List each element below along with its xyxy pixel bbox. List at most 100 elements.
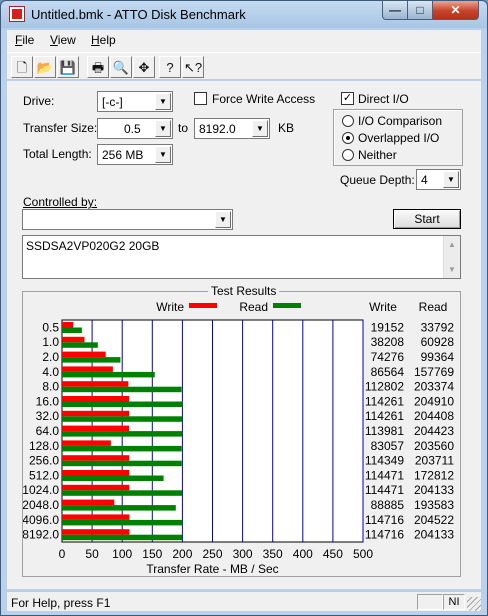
write-value: 114471 <box>365 483 404 497</box>
io-comparison-label: I/O Comparison <box>358 114 443 128</box>
write-bar <box>62 336 85 343</box>
queue-depth-select[interactable]: 4 ▼ <box>416 169 461 190</box>
write-column-header: Write <box>369 300 397 314</box>
read-value: 203374 <box>414 380 454 394</box>
x-tick-label: 150 <box>142 547 162 561</box>
read-value: 204133 <box>414 483 454 497</box>
write-value: 114716 <box>365 528 404 542</box>
write-value: 88885 <box>371 498 405 512</box>
resize-grip[interactable] <box>467 597 481 611</box>
transfer-size-to-select[interactable]: 8192.0 ▼ <box>194 118 270 139</box>
scroll-down-icon[interactable]: ▼ <box>444 261 460 278</box>
write-bar <box>62 396 130 402</box>
total-length-select[interactable]: 256 MB ▼ <box>97 144 173 165</box>
write-value: 19152 <box>371 320 405 334</box>
help-icon[interactable]: ? <box>159 56 181 78</box>
read-value: 172812 <box>414 468 454 482</box>
write-value: 38208 <box>371 335 405 349</box>
chevron-down-icon: ▼ <box>215 211 231 228</box>
write-bar <box>62 529 130 535</box>
open-icon[interactable]: 📂 <box>34 56 56 78</box>
write-value: 86564 <box>371 365 405 379</box>
category-label: 2.0 <box>42 350 59 364</box>
write-value: 114349 <box>365 454 404 468</box>
x-tick-label: 250 <box>202 547 222 561</box>
read-value: 204423 <box>414 424 454 438</box>
transfer-size-unit: KB <box>278 121 295 135</box>
x-tick-label: 200 <box>172 547 192 561</box>
read-value: 60928 <box>421 335 455 349</box>
legend-read-swatch <box>273 303 301 308</box>
write-value: 114261 <box>365 394 404 408</box>
read-bar <box>62 371 155 378</box>
radio-io-comparison[interactable] <box>342 115 354 127</box>
menu-help[interactable]: Help <box>91 33 116 47</box>
category-label: 2048.0 <box>23 498 59 512</box>
x-tick-label: 500 <box>353 547 373 561</box>
scroll-up-icon[interactable]: ▲ <box>444 236 460 253</box>
radio-overlapped-io[interactable] <box>342 132 354 144</box>
print-preview-icon[interactable]: 🔍 <box>110 56 132 78</box>
title-bar[interactable]: Untitled.bmk - ATTO Disk Benchmark — □ ✕ <box>1 1 487 28</box>
chevron-down-icon: ▼ <box>155 146 171 163</box>
close-button[interactable]: ✕ <box>432 1 479 20</box>
category-label: 32.0 <box>36 409 60 423</box>
x-tick-label: 50 <box>85 547 99 561</box>
toolbar: 🗋 📂 💾 🖶 🔍 ✥ ? ↖? <box>7 52 481 80</box>
force-write-access-label: Force Write Access <box>212 92 316 106</box>
read-bar <box>62 460 182 467</box>
x-tick-label: 350 <box>263 547 283 561</box>
read-bar <box>62 445 182 452</box>
drive-select[interactable]: [-c-] ▼ <box>97 91 173 112</box>
radio-neither[interactable] <box>342 149 354 161</box>
results-chart: 0.5 19152 33792 1.0 38208 60928 2.0 74276 99364 4… <box>23 300 455 576</box>
app-window: Untitled.bmk - ATTO Disk Benchmark — □ ✕… <box>0 0 488 616</box>
chevron-down-icon: ▼ <box>155 120 171 137</box>
menu-view[interactable]: View <box>50 33 76 47</box>
minimize-button[interactable]: — <box>382 1 408 20</box>
read-column-header: Read <box>419 300 448 314</box>
status-bar: For Help, press F1 NI <box>7 591 481 611</box>
read-value: 204408 <box>414 409 454 423</box>
description-textarea[interactable]: SSDSA2VP020G2 20GB ▲ ▼ <box>22 235 461 279</box>
read-bar <box>62 475 164 481</box>
x-tick-label: 450 <box>323 547 343 561</box>
write-value: 83057 <box>371 439 405 453</box>
transfer-size-from-select[interactable]: 0.5 ▼ <box>97 118 173 139</box>
read-value: 203560 <box>414 439 454 453</box>
category-label: 1024.0 <box>23 483 59 497</box>
move-icon[interactable]: ✥ <box>133 56 155 78</box>
save-icon[interactable]: 💾 <box>57 56 79 78</box>
read-value: 193583 <box>414 498 454 512</box>
controlled-by-select[interactable]: ▼ <box>22 209 233 230</box>
read-bar <box>62 386 182 393</box>
print-icon[interactable]: 🖶 <box>87 56 109 78</box>
chevron-down-icon: ▼ <box>443 171 459 188</box>
direct-io-checkbox[interactable]: ✓ <box>341 92 354 105</box>
queue-depth-label: Queue Depth: <box>340 173 415 187</box>
read-bar <box>62 519 183 526</box>
app-icon[interactable] <box>9 6 25 22</box>
context-help-icon[interactable]: ↖? <box>182 56 204 78</box>
status-text: For Help, press F1 <box>11 596 111 610</box>
chevron-down-icon: ▼ <box>155 93 171 110</box>
drive-label: Drive: <box>23 94 55 108</box>
force-write-access-checkbox[interactable] <box>194 92 207 105</box>
new-icon[interactable]: 🗋 <box>11 56 33 78</box>
menu-bar: File View Help <box>7 30 481 52</box>
write-value: 114716 <box>365 513 404 527</box>
menu-file[interactable]: File <box>15 33 34 47</box>
transfer-size-to-label: to <box>178 121 189 135</box>
read-value: 204522 <box>414 513 454 527</box>
direct-io-label: Direct I/O <box>358 92 409 106</box>
maximize-button[interactable]: □ <box>407 1 433 20</box>
vertical-scrollbar[interactable]: ▲ ▼ <box>443 236 460 278</box>
start-button[interactable]: Start <box>393 209 461 229</box>
read-bar <box>62 490 183 496</box>
window-title: Untitled.bmk - ATTO Disk Benchmark <box>31 7 246 22</box>
read-value: 157769 <box>414 365 454 379</box>
category-label: 128.0 <box>29 439 59 453</box>
controlled-by-label: Controlled by: <box>23 195 98 209</box>
legend-write-label: Write <box>156 300 184 314</box>
status-ni-indicator: NI <box>443 594 465 610</box>
